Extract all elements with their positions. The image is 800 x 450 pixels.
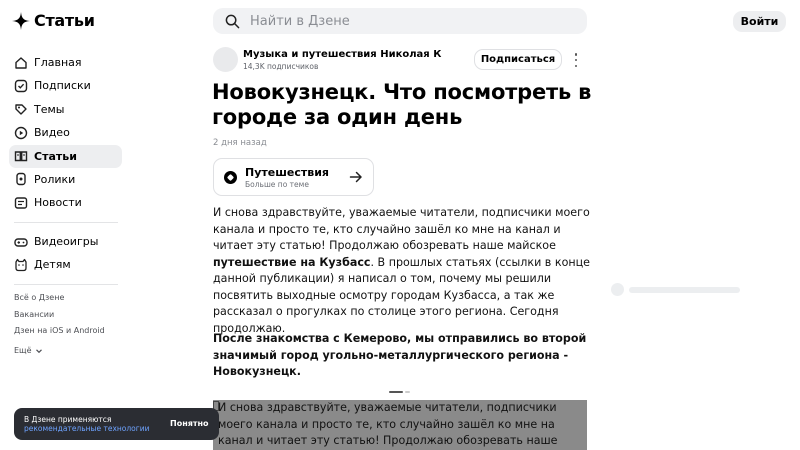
topics-icon bbox=[15, 104, 27, 115]
avatar[interactable] bbox=[213, 47, 238, 72]
article-paragraph-bold: После знакомства с Кемерово, мы отправил… bbox=[213, 332, 587, 378]
zen-logo-icon bbox=[12, 11, 30, 30]
login-button[interactable]: Войти bbox=[733, 11, 786, 32]
sidebar-item-label: Темы bbox=[34, 102, 65, 116]
more-options-icon[interactable] bbox=[571, 53, 581, 67]
sidebar-item-topics[interactable]: Темы bbox=[9, 98, 122, 121]
sidebar-item-label: Новости bbox=[34, 196, 82, 210]
highlight-link: путешествие на Кузбасс bbox=[213, 255, 371, 269]
topic-card[interactable]: Путешествия Больше по теме bbox=[213, 158, 374, 196]
sidebar-item-label: Подписки bbox=[34, 79, 91, 93]
article-title: Новокузнецк. Что посмотреть в городе за … bbox=[212, 80, 592, 129]
logo[interactable]: Статьи bbox=[12, 11, 95, 30]
sidebar-item-video[interactable]: Видео bbox=[9, 121, 122, 144]
sidebar-item-label: Детям bbox=[34, 258, 71, 272]
cookie-text: В Дзене применяются bbox=[24, 415, 112, 424]
sidebar-item-kids[interactable]: Детям bbox=[9, 253, 122, 276]
article-paragraph: И снова здравствуйте, уважаемые читатели… bbox=[213, 206, 590, 335]
carousel-indicator bbox=[389, 391, 410, 393]
sidebar-item-label: Статьи bbox=[34, 149, 77, 163]
arrow-right-icon bbox=[349, 171, 362, 183]
topic-name: Путешествия bbox=[245, 165, 329, 179]
about-link[interactable]: Всё о Дзене bbox=[14, 293, 105, 310]
gamepad-icon bbox=[14, 237, 28, 247]
image-alt-text: И снова здравствуйте, уважаемые читатели… bbox=[218, 401, 558, 447]
cookie-notice: В Дзене применяются рекомендательные тех… bbox=[14, 408, 219, 440]
kids-icon bbox=[15, 258, 27, 272]
sidebar-item-label: Видео bbox=[34, 126, 70, 140]
sidebar-nav-secondary: Видеоигры Детям bbox=[9, 230, 122, 277]
search-input[interactable] bbox=[250, 13, 570, 29]
subscribe-button[interactable]: Подписаться bbox=[474, 49, 562, 70]
sidebar-footer: Всё о Дзене Вакансии Дзен на iOS и Andro… bbox=[14, 293, 105, 359]
more-button[interactable]: Ещё bbox=[14, 343, 105, 360]
article-image: И снова здравствуйте, уважаемые читатели… bbox=[213, 400, 587, 450]
channel-info[interactable]: Музыка и путешествия Николая К 14,3K под… bbox=[213, 47, 441, 72]
chevron-down-icon bbox=[35, 349, 42, 353]
channel-subscribers: 14,3K подписчиков bbox=[243, 61, 319, 71]
cookie-ok-button[interactable]: Понятно bbox=[170, 419, 209, 428]
sidebar-item-label: Ролики bbox=[34, 172, 76, 186]
sidebar-divider bbox=[14, 284, 118, 285]
topic-subtitle: Больше по теме bbox=[245, 179, 309, 189]
jobs-link[interactable]: Вакансии bbox=[14, 310, 105, 327]
sidebar-item-label: Главная bbox=[34, 56, 82, 69]
more-label: Ещё bbox=[14, 346, 32, 356]
sidebar-item-shorts[interactable]: Ролики bbox=[9, 168, 122, 191]
sidebar-item-label: Видеоигры bbox=[34, 235, 99, 248]
sidebar-divider bbox=[14, 222, 118, 223]
search-icon bbox=[225, 14, 240, 28]
shorts-icon bbox=[16, 173, 26, 186]
search-bar[interactable] bbox=[213, 8, 587, 34]
subscriptions-icon bbox=[14, 79, 28, 93]
logo-text: Статьи bbox=[34, 11, 95, 30]
sidebar-item-subscriptions[interactable]: Подписки bbox=[9, 74, 122, 97]
compass-icon bbox=[224, 170, 237, 184]
sidebar-nav: Главная Подписки Темы Видео Статьи Ролик… bbox=[9, 51, 122, 215]
channel-name[interactable]: Музыка и путешествия Николая К bbox=[243, 49, 441, 60]
sidebar-item-videogames[interactable]: Видеоигры bbox=[9, 230, 122, 253]
video-icon bbox=[14, 126, 28, 139]
sidebar-item-home[interactable]: Главная bbox=[9, 51, 122, 74]
sidebar-item-news[interactable]: Новости bbox=[9, 191, 122, 214]
home-icon bbox=[15, 56, 27, 69]
apps-link[interactable]: Дзен на iOS и Android bbox=[14, 326, 105, 343]
cookie-link[interactable]: рекомендательные технологии bbox=[24, 424, 149, 433]
articles-icon bbox=[14, 151, 28, 162]
sidebar-item-articles[interactable]: Статьи bbox=[9, 144, 122, 168]
loading-placeholder bbox=[611, 283, 740, 296]
news-icon bbox=[14, 197, 28, 209]
publish-date: 2 дня назад bbox=[213, 138, 267, 148]
